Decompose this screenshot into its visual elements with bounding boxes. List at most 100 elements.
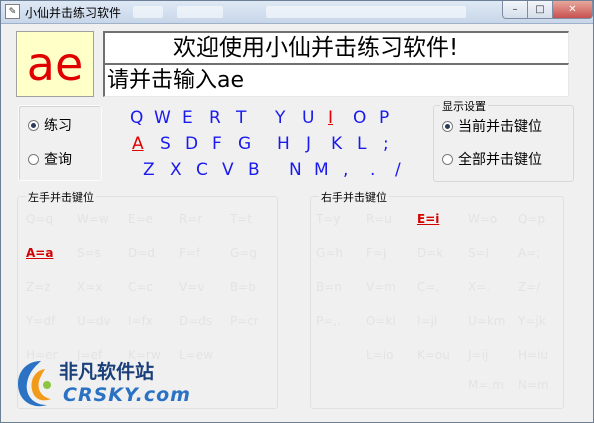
- key-g: G: [238, 134, 252, 154]
- combo-right-p: Q=p: [518, 212, 546, 226]
- radio-practice-label: 练习: [44, 118, 72, 134]
- window-title: 小仙并击练习软件: [25, 6, 122, 20]
- combo-right-u: R=u: [366, 212, 392, 226]
- combo-right-o2: O=kl: [366, 314, 396, 328]
- combo-left-ds: D=ds: [179, 314, 213, 328]
- title-bar-reflection: [177, 6, 223, 18]
- key-x: X: [170, 160, 182, 180]
- combo-right-h2: H=iu: [518, 348, 549, 362]
- key-q: Q: [130, 108, 144, 128]
- combo-right-slash: Z=/: [518, 280, 541, 294]
- display-settings-title: 显示设置: [440, 98, 488, 114]
- key-m: M: [314, 160, 329, 180]
- key-w: W: [154, 108, 171, 128]
- combo-right-comma: C=,: [417, 280, 440, 294]
- key-period: .: [370, 160, 376, 180]
- combo-right-y: T=y: [316, 212, 341, 226]
- key-h: H: [277, 134, 290, 154]
- crsky-logo-icon: [17, 361, 51, 407]
- app-window: ✎ 小仙并击练习软件 – □ ✕ ae 欢迎使用小仙并击练习软件! 请并击输入a…: [0, 0, 594, 423]
- combo-left-c: C=c: [128, 280, 154, 294]
- key-k: K: [331, 134, 343, 154]
- key-s: S: [160, 134, 171, 154]
- maximize-button[interactable]: □: [528, 1, 553, 19]
- key-z: Z: [143, 160, 155, 180]
- combo-left-f: F=f: [179, 246, 201, 260]
- combo-left-d: D=d: [128, 246, 155, 260]
- right-hand-title: 右手并击键位: [319, 189, 389, 205]
- radio-current-keys-indicator[interactable]: [442, 120, 453, 132]
- key-a: A: [132, 134, 144, 154]
- combo-right-m2: M=.m: [468, 378, 504, 392]
- radio-current-keys-label: 当前并击键位: [458, 119, 542, 135]
- current-char: ae: [26, 37, 84, 91]
- combo-right-l: S=l: [468, 246, 490, 260]
- combo-left-l: L=ew: [179, 348, 213, 362]
- combo-right-h: G=h: [316, 246, 343, 260]
- combo-left-x: X=x: [77, 280, 103, 294]
- combo-right-y2: Y=jk: [518, 314, 546, 328]
- combo-right-period: X=.: [468, 280, 491, 294]
- combo-right-n2: N=m: [518, 378, 549, 392]
- key-i: I: [328, 108, 334, 128]
- key-t: T: [236, 108, 247, 128]
- radio-current-keys[interactable]: 当前并击键位: [442, 116, 542, 136]
- radio-all-keys-label: 全部并击键位: [458, 152, 542, 168]
- combo-left-u: U=dv: [77, 314, 111, 328]
- key-e: E: [182, 108, 193, 128]
- title-bar-reflection: [133, 6, 163, 18]
- combo-left-b: B=b: [230, 280, 256, 294]
- key-p: P: [379, 108, 390, 128]
- site-watermark: 非凡软件站 CRSKY.com: [7, 353, 190, 415]
- radio-practice-indicator[interactable]: [28, 119, 39, 131]
- welcome-banner: 欢迎使用小仙并击练习软件!: [103, 31, 569, 65]
- right-hand-panel: 右手并击键位 T=y R=u E=i W=o Q=p G=h F=j D=k S…: [310, 189, 564, 409]
- current-char-display: ae: [16, 31, 94, 97]
- combo-right-i: E=i: [417, 212, 440, 226]
- display-settings-group: 显示设置 当前并击键位 全部并击键位: [433, 98, 574, 182]
- key-y: Y: [275, 108, 286, 128]
- radio-query-label: 查询: [44, 152, 72, 168]
- minimize-button[interactable]: –: [502, 1, 528, 19]
- radio-all-keys[interactable]: 全部并击键位: [442, 149, 542, 169]
- combo-right-k: D=k: [417, 246, 444, 260]
- key-comma: ,: [343, 160, 349, 180]
- combo-left-a: A=a: [26, 246, 54, 260]
- radio-all-keys-indicator[interactable]: [442, 153, 453, 165]
- combo-right-semicolon: A=;: [518, 246, 541, 260]
- prompt-text: 请并击输入ae: [103, 63, 569, 97]
- key-r: R: [209, 108, 221, 128]
- key-v: V: [222, 160, 234, 180]
- combo-left-i: I=fx: [128, 314, 153, 328]
- combo-right-u2: U=km: [468, 314, 506, 328]
- combo-right-l2: L=io: [366, 348, 394, 362]
- key-b: B: [248, 160, 260, 180]
- app-icon[interactable]: ✎: [5, 4, 20, 19]
- left-hand-title: 左手并击键位: [26, 189, 96, 205]
- radio-query[interactable]: 查询: [28, 149, 72, 169]
- key-l: L: [357, 134, 367, 154]
- mode-group: 练习 查询: [18, 105, 102, 181]
- key-d: D: [185, 134, 199, 154]
- radio-practice[interactable]: 练习: [28, 115, 72, 135]
- combo-left-y: Y=df: [26, 314, 56, 328]
- key-slash: /: [395, 160, 401, 180]
- watermark-site-name: 非凡软件站: [59, 361, 155, 383]
- combo-left-p: P=cr: [230, 314, 259, 328]
- combo-right-i2: I=jl: [417, 314, 438, 328]
- key-semicolon: ;: [383, 134, 389, 154]
- combo-left-e: E=e: [128, 212, 154, 226]
- combo-left-r: R=r: [179, 212, 203, 226]
- title-bar[interactable]: ✎ 小仙并击练习软件 – □ ✕: [1, 1, 593, 24]
- combo-right-j2: J=ij: [468, 348, 489, 362]
- key-j: J: [306, 134, 312, 154]
- key-c: C: [196, 160, 208, 180]
- combo-left-q: Q=q: [26, 212, 54, 226]
- watermark-domain: CRSKY.com: [63, 384, 191, 406]
- close-button[interactable]: ✕: [553, 1, 593, 19]
- combo-left-g: G=g: [230, 246, 257, 260]
- radio-query-indicator[interactable]: [28, 153, 39, 165]
- key-u: U: [302, 108, 315, 128]
- title-bar-reflection: [266, 6, 466, 18]
- combo-left-z: Z=z: [26, 280, 51, 294]
